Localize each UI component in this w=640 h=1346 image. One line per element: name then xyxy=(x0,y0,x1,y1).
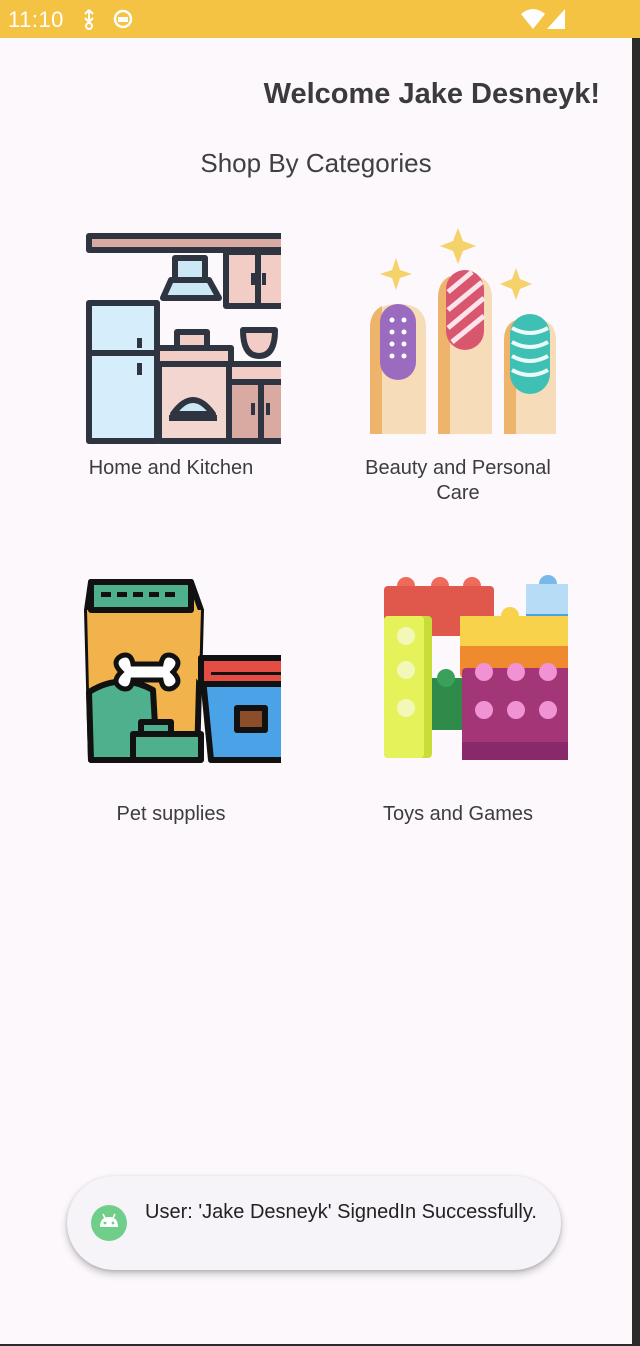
kitchen-icon xyxy=(41,228,301,448)
category-toys-games[interactable]: Toys and Games xyxy=(328,572,588,827)
nails-icon xyxy=(328,228,588,448)
welcome-heading: Welcome Jake Desneyk! xyxy=(263,78,600,110)
pet-food-icon xyxy=(41,572,301,772)
category-label: Toys and Games xyxy=(382,803,534,825)
download-icon xyxy=(80,8,98,35)
signal-icon xyxy=(546,8,566,35)
android-icon xyxy=(91,1205,127,1246)
signin-toast: User: 'Jake Desneyk' SignedIn Successful… xyxy=(67,1176,561,1270)
status-time: 11:10 xyxy=(8,7,64,32)
section-title: Shop By Categories xyxy=(200,148,432,178)
category-label: Pet supplies xyxy=(116,803,226,825)
category-label: Home and Kitchen xyxy=(88,457,254,479)
app-screen: Welcome Jake Desneyk! Shop By Categories xyxy=(0,38,632,1344)
category-home-kitchen[interactable]: Home and Kitchen xyxy=(41,228,301,481)
wifi-icon xyxy=(520,8,546,35)
status-bar: 11:10 xyxy=(0,0,640,38)
category-pet-supplies[interactable]: Pet supplies xyxy=(41,572,301,827)
category-beauty[interactable]: Beauty and Personal Care xyxy=(328,228,588,506)
window-edge xyxy=(632,38,640,1346)
category-label: Beauty and Personal Care xyxy=(365,457,551,504)
toast-message: User: 'Jake Desneyk' SignedIn Successful… xyxy=(145,1201,537,1223)
building-blocks-icon xyxy=(328,572,588,772)
sync-icon xyxy=(112,8,134,35)
